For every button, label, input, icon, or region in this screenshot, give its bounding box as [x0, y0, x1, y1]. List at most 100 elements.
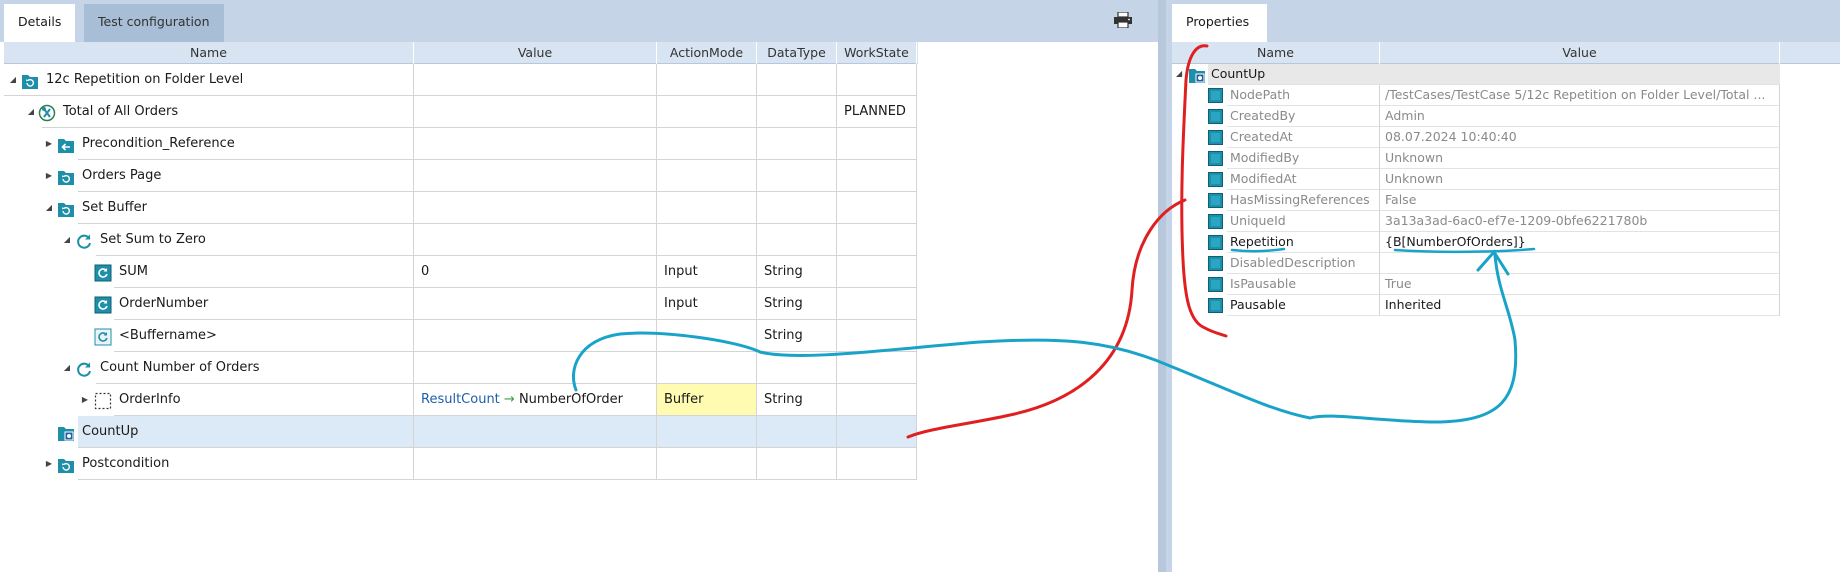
actionmode-cell[interactable] [657, 320, 757, 352]
property-row[interactable]: DisabledDescription [1172, 253, 1780, 274]
workstate-cell[interactable] [837, 64, 917, 96]
property-row[interactable]: Repetition {B[NumberOfOrders]} [1172, 232, 1780, 253]
collapse-arrow-icon[interactable]: ◢ [44, 192, 54, 224]
row-name-label[interactable]: <Buffername> [119, 320, 217, 352]
property-row[interactable]: ModifiedAt Unknown [1172, 169, 1780, 190]
actionmode-cell[interactable] [657, 160, 757, 192]
value-cell[interactable] [414, 192, 657, 224]
actionmode-cell[interactable] [657, 448, 757, 480]
table-row[interactable]: SUM 0 Input String [0, 256, 918, 288]
value-cell[interactable] [414, 128, 657, 160]
column-header-value[interactable]: Value [1380, 42, 1780, 64]
workstate-cell[interactable]: PLANNED [837, 96, 917, 128]
print-icon[interactable] [1113, 12, 1133, 28]
datatype-cell[interactable]: String [757, 288, 837, 320]
table-row[interactable]: ▶ Precondition_Reference [0, 128, 918, 160]
workstate-cell[interactable] [837, 448, 917, 480]
table-row[interactable]: ▶ OrderInfo ResultCount → NumberOfOrder Buf… [0, 384, 918, 416]
value-cell[interactable] [414, 288, 657, 320]
property-value[interactable]: 3a13a3ad-6ac0-ef7e-1209-0bfe6221780b [1380, 211, 1780, 232]
property-row[interactable]: CreatedAt 08.07.2024 10:40:40 [1172, 127, 1780, 148]
value-cell[interactable] [414, 448, 657, 480]
table-row[interactable]: ◢ Total of All Orders PLANNED [0, 96, 918, 128]
datatype-cell[interactable] [757, 160, 837, 192]
workstate-cell[interactable] [837, 288, 917, 320]
table-row[interactable]: CountUp [0, 416, 918, 448]
expand-arrow-icon[interactable]: ▶ [80, 384, 90, 416]
property-row[interactable]: NodePath/TestCases/TestCase 5/12c Repeti… [1172, 85, 1780, 106]
result-count-link[interactable]: ResultCount [421, 392, 500, 407]
table-row[interactable]: ◢ Set Buffer [0, 192, 918, 224]
collapse-arrow-icon[interactable]: ◢ [8, 64, 18, 96]
workstate-cell[interactable] [837, 384, 917, 416]
row-name-label[interactable]: Orders Page [82, 160, 161, 192]
collapse-arrow-icon[interactable]: ◢ [26, 96, 36, 128]
column-header-value[interactable]: Value [414, 42, 657, 64]
workstate-cell[interactable] [837, 352, 917, 384]
collapse-arrow-icon[interactable]: ◢ [62, 352, 72, 384]
value-cell[interactable] [414, 160, 657, 192]
property-root-row[interactable]: CountUp ◢ [1172, 64, 1780, 85]
actionmode-cell[interactable]: Buffer [657, 384, 757, 416]
datatype-cell[interactable]: String [757, 384, 837, 416]
value-cell[interactable] [414, 224, 657, 256]
datatype-cell[interactable] [757, 448, 837, 480]
actionmode-cell[interactable] [657, 64, 757, 96]
property-value[interactable]: /TestCases/TestCase 5/12c Repetition on … [1380, 85, 1780, 106]
table-row[interactable]: ▶ Orders Page [0, 160, 918, 192]
property-value[interactable]: Unknown [1380, 169, 1780, 190]
row-name-label[interactable]: Count Number of Orders [100, 352, 259, 384]
datatype-cell[interactable] [757, 96, 837, 128]
row-name-label[interactable]: OrderInfo [119, 384, 181, 416]
property-value[interactable]: {B[NumberOfOrders]} [1380, 232, 1780, 253]
workstate-cell[interactable] [837, 160, 917, 192]
datatype-cell[interactable] [757, 416, 837, 448]
workstate-cell[interactable] [837, 256, 917, 288]
property-value[interactable]: Inherited [1380, 295, 1780, 316]
workstate-cell[interactable] [837, 416, 917, 448]
actionmode-cell[interactable] [657, 192, 757, 224]
property-value[interactable] [1380, 253, 1780, 274]
value-cell[interactable] [414, 352, 657, 384]
row-name-label[interactable]: Postcondition [82, 448, 169, 480]
workstate-cell[interactable] [837, 192, 917, 224]
panel-splitter[interactable] [1158, 0, 1166, 572]
workstate-cell[interactable] [837, 320, 917, 352]
tab-details[interactable]: Details [4, 4, 76, 42]
property-value[interactable]: Unknown [1380, 148, 1780, 169]
value-cell[interactable] [414, 416, 657, 448]
row-name-label[interactable]: OrderNumber [119, 288, 208, 320]
workstate-cell[interactable] [837, 224, 917, 256]
row-name-label[interactable]: SUM [119, 256, 148, 288]
datatype-cell[interactable] [757, 128, 837, 160]
expand-arrow-icon[interactable]: ▶ [44, 128, 54, 160]
actionmode-cell[interactable] [657, 416, 757, 448]
table-row[interactable]: ◢ Count Number of Orders [0, 352, 918, 384]
tab-test-configuration[interactable]: Test configuration [84, 4, 224, 42]
property-row[interactable]: CreatedBy Admin [1172, 106, 1780, 127]
datatype-cell[interactable]: String [757, 256, 837, 288]
property-value[interactable]: False [1380, 190, 1780, 211]
actionmode-cell[interactable]: Input [657, 288, 757, 320]
actionmode-cell[interactable]: Input [657, 256, 757, 288]
column-header-datatype[interactable]: DataType [757, 42, 837, 64]
property-row[interactable]: IsPausable True [1172, 274, 1780, 295]
table-row[interactable]: ◢ 12c Repetition on Folder Level [0, 64, 918, 96]
expand-arrow-icon[interactable]: ▶ [44, 448, 54, 480]
table-row[interactable]: ◢ Set Sum to Zero [0, 224, 918, 256]
property-row[interactable]: UniqueId 3a13a3ad-6ac0-ef7e-1209-0bfe6221… [1172, 211, 1780, 232]
datatype-cell[interactable] [757, 64, 837, 96]
tab-properties[interactable]: Properties [1172, 4, 1267, 42]
collapse-arrow-icon[interactable]: ◢ [1176, 64, 1182, 84]
table-row[interactable]: <Buffername> String [0, 320, 918, 352]
property-value[interactable]: True [1380, 274, 1780, 295]
column-header-actionmode[interactable]: ActionMode [657, 42, 757, 64]
value-cell[interactable] [414, 64, 657, 96]
expand-arrow-icon[interactable]: ▶ [44, 160, 54, 192]
actionmode-cell[interactable] [657, 352, 757, 384]
datatype-cell[interactable]: String [757, 320, 837, 352]
property-row[interactable]: Pausable Inherited [1172, 295, 1780, 316]
column-header-name[interactable]: Name [4, 42, 414, 64]
row-name-label[interactable]: Total of All Orders [63, 96, 178, 128]
datatype-cell[interactable] [757, 192, 837, 224]
